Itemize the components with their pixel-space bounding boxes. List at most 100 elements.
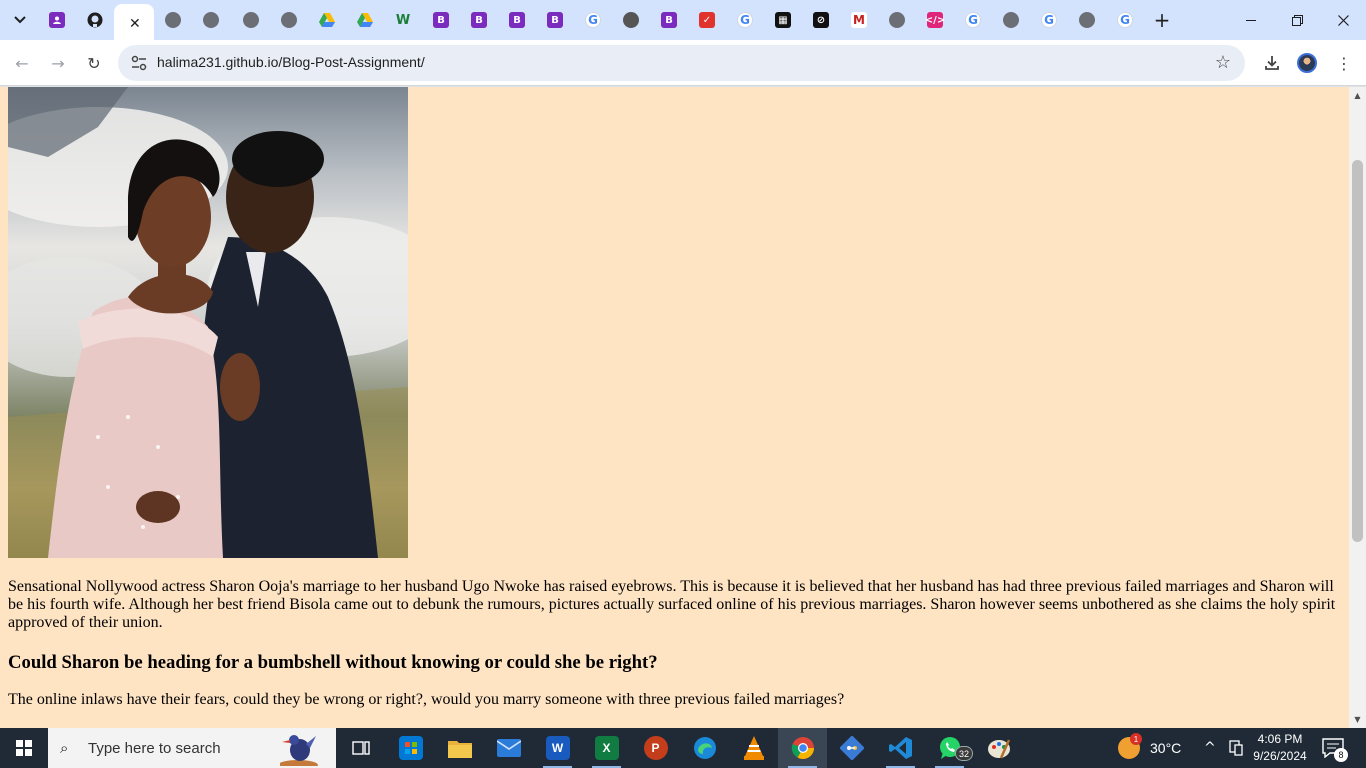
google-drive-icon (357, 13, 373, 27)
weather-widget[interactable]: 1 30°C (1118, 728, 1181, 768)
tab-film[interactable]: ▦ (764, 4, 802, 36)
browser-toolbar: ← → ↻ halima231.github.io/Blog-Post-Assi… (0, 40, 1366, 86)
restore-button[interactable] (1274, 0, 1320, 40)
w-icon: W (395, 12, 411, 28)
tab-google-3[interactable]: G (954, 4, 992, 36)
tab-drive-1[interactable] (308, 4, 346, 36)
search-highlight-bird-icon (280, 735, 318, 766)
bootstrap-icon: B (661, 12, 677, 28)
taskbar-vscode[interactable] (876, 728, 925, 768)
bookmark-star-icon[interactable]: ☆ (1215, 52, 1231, 73)
taskbar-word[interactable]: W (533, 728, 582, 768)
google-icon: G (585, 12, 601, 28)
menu-button[interactable]: ⋮ (1332, 51, 1356, 75)
tab-google-5[interactable]: G (1106, 4, 1144, 36)
store-icon (398, 736, 423, 760)
search-placeholder: Type here to search (88, 739, 221, 757)
start-button[interactable] (0, 728, 48, 768)
tab-globe-2[interactable] (192, 4, 230, 36)
tab-search-button[interactable] (6, 6, 34, 34)
tab-bootstrap-2[interactable]: B (460, 4, 498, 36)
clock-time: 4:06 PM (1257, 732, 1303, 746)
chrome-icon (623, 12, 639, 28)
scroll-down-arrow-icon[interactable]: ▼ (1349, 711, 1366, 728)
taskbar-search[interactable]: ⌕ Type here to search (48, 728, 336, 768)
scrollbar-thumb[interactable] (1352, 160, 1363, 542)
vscode-icon (888, 737, 912, 759)
url-text[interactable]: halima231.github.io/Blog-Post-Assignment… (157, 54, 425, 70)
weather-sun-icon: 1 (1118, 733, 1142, 759)
forward-button[interactable]: → (46, 51, 70, 75)
close-tab-icon[interactable]: ✕ (129, 16, 141, 32)
tab-globe-5[interactable] (878, 4, 916, 36)
profile-button[interactable] (1295, 51, 1319, 75)
powerpoint-icon: P (643, 736, 668, 760)
back-button[interactable]: ← (10, 51, 34, 75)
gmail-icon: M (851, 12, 867, 28)
more-vert-icon: ⋮ (1336, 53, 1352, 73)
tab-bootstrap-3[interactable]: B (498, 4, 536, 36)
taskbar-chrome[interactable] (778, 728, 827, 768)
tab-code[interactable]: </> (916, 4, 954, 36)
taskbar-store[interactable] (386, 728, 435, 768)
close-icon (1337, 14, 1349, 26)
couple-illustration (8, 87, 408, 558)
tab-w[interactable]: W (384, 4, 422, 36)
tab-google-1[interactable]: G (574, 4, 612, 36)
reload-button[interactable]: ↻ (82, 51, 106, 75)
tab-dark-app[interactable]: ⊘ (802, 4, 840, 36)
taskbar-paint[interactable] (974, 728, 1023, 768)
tab-google-4[interactable]: G (1030, 4, 1068, 36)
globe-icon (1079, 12, 1095, 28)
mail-icon (496, 739, 521, 757)
taskbar-edge[interactable] (680, 728, 729, 768)
downloads-button[interactable] (1260, 51, 1284, 75)
minimize-button[interactable] (1228, 0, 1274, 40)
taskbar-powerpoint[interactable]: P (631, 728, 680, 768)
bootstrap-icon: B (433, 12, 449, 28)
tab-github[interactable] (76, 4, 114, 36)
tab-gmail[interactable]: M (840, 4, 878, 36)
tab-globe-4[interactable] (270, 4, 308, 36)
tab-globe-6[interactable] (992, 4, 1030, 36)
system-clock[interactable]: 4:06 PM 9/26/2024 (1250, 731, 1310, 765)
show-hidden-icons-chevron-icon[interactable]: ^ (1204, 740, 1216, 756)
task-view-button[interactable] (336, 728, 385, 768)
tab-strip: ✕ W B B B B G B ✓ G ▦ ⊘ M </> G G G + (0, 0, 1366, 40)
globe-icon (281, 12, 297, 28)
tab-bootstrap-5[interactable]: B (650, 4, 688, 36)
address-bar[interactable]: halima231.github.io/Blog-Post-Assignment… (118, 45, 1245, 81)
tab-chrome[interactable] (612, 4, 650, 36)
code-icon: </> (925, 12, 945, 28)
tab-google-2[interactable]: G (726, 4, 764, 36)
dark-app-icon: ⊘ (813, 12, 829, 28)
word-icon: W (545, 736, 570, 760)
taskbar-excel[interactable]: X (582, 728, 631, 768)
page-scrollbar[interactable]: ▲ ▼ (1349, 87, 1366, 728)
notification-count-badge: 8 (1334, 748, 1348, 762)
site-info-icon[interactable] (130, 54, 148, 72)
tab-bootstrap-1[interactable]: B (422, 4, 460, 36)
tab-bootstrap-4[interactable]: B (536, 4, 574, 36)
scroll-up-arrow-icon[interactable]: ▲ (1349, 87, 1366, 104)
tab-globe-1[interactable] (154, 4, 192, 36)
taskbar-mail[interactable] (484, 728, 533, 768)
edge-icon (693, 737, 716, 759)
new-tab-button[interactable]: + (1150, 8, 1174, 32)
network-icon[interactable] (1229, 740, 1243, 756)
search-icon: ⌕ (60, 739, 69, 757)
close-window-button[interactable] (1320, 0, 1366, 40)
taskbar-file-explorer[interactable] (435, 728, 484, 768)
taskbar-git[interactable] (827, 728, 876, 768)
globe-icon (1003, 12, 1019, 28)
tab-blog-post-active[interactable]: ✕ (114, 4, 154, 40)
taskbar-vlc[interactable] (729, 728, 778, 768)
tab-drive-2[interactable] (346, 4, 384, 36)
tab-globe-3[interactable] (232, 4, 270, 36)
bootstrap-icon: B (547, 12, 563, 28)
folder-icon (447, 741, 472, 758)
tab-red-app[interactable]: ✓ (688, 4, 726, 36)
excel-icon: X (594, 736, 619, 760)
tab-globe-7[interactable] (1068, 4, 1106, 36)
tab-contacts[interactable] (38, 4, 76, 36)
